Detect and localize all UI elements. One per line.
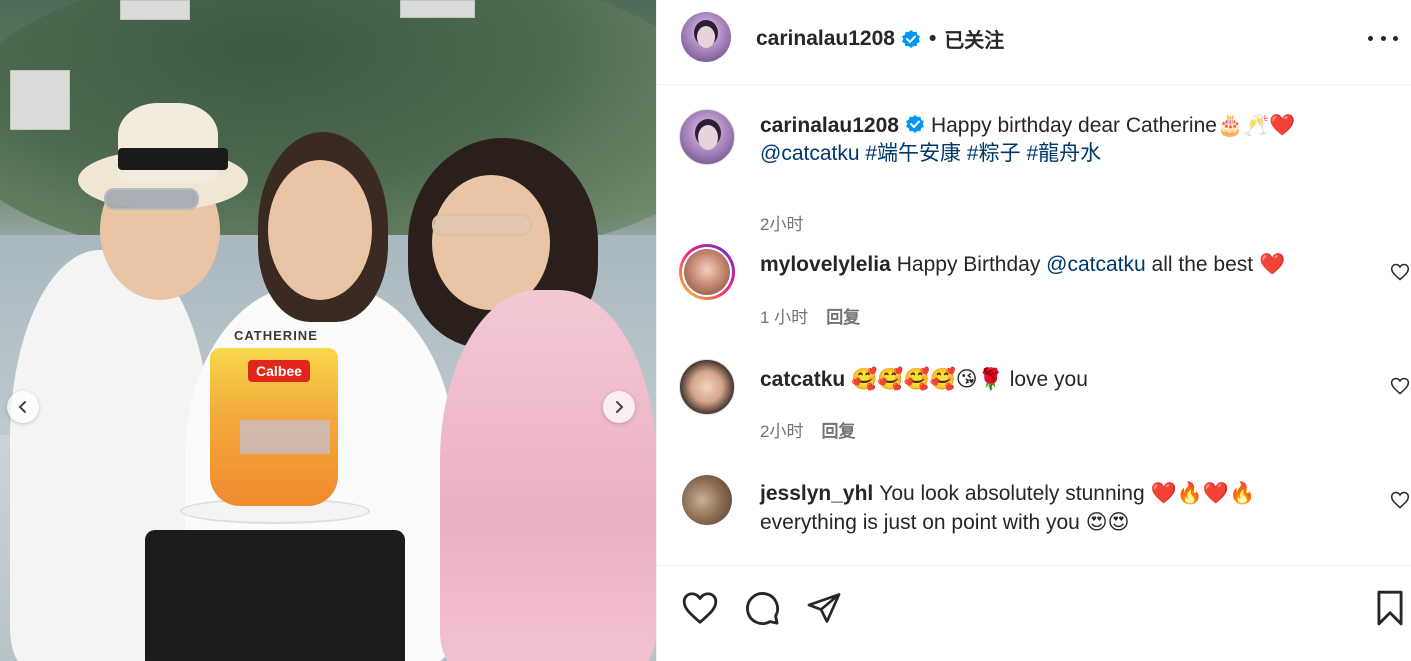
cake-topper: CATHERINE	[234, 328, 318, 343]
comment-item: mylovelylelia Happy Birthday @catcatku al…	[657, 242, 1411, 342]
comment-avatar[interactable]	[682, 475, 732, 525]
verified-badge-icon	[901, 29, 920, 48]
comment-text: jesslyn_yhl You look absolutely stunning …	[760, 479, 1350, 537]
comment-message: You look absolutely stunning	[879, 482, 1145, 505]
send-icon	[807, 593, 841, 623]
reply-button[interactable]: 回复	[821, 417, 855, 442]
comment-emojis: ❤️	[1258, 252, 1286, 276]
comment-message: all the best	[1151, 253, 1254, 276]
comment-message: Happy Birthday	[896, 253, 1041, 276]
caption-username[interactable]: carinalau1208	[760, 114, 899, 137]
author-avatar[interactable]	[681, 12, 731, 62]
like-comment-heart-icon[interactable]	[1390, 490, 1410, 510]
chevron-left-icon	[18, 401, 26, 413]
person-middle-pants	[145, 530, 405, 661]
sunglasses	[104, 188, 199, 210]
comment-timestamp[interactable]: 1 小时	[760, 303, 808, 328]
share-button[interactable]	[804, 588, 844, 628]
caption-mention[interactable]: @catcatku	[760, 142, 860, 165]
photo-building	[10, 70, 70, 130]
header-user: carinalau1208 • 已关注	[756, 24, 1004, 53]
comment-username[interactable]: jesslyn_yhl	[760, 482, 873, 505]
hat-crown	[118, 103, 218, 183]
comments-list[interactable]: carinalau1208 Happy birthday dear Catheri…	[657, 86, 1411, 565]
chevron-right-icon	[616, 401, 624, 413]
comment-meta: 1 小时 回复	[760, 303, 860, 328]
comment-button[interactable]	[742, 588, 782, 628]
comment-username[interactable]: catcatku	[760, 368, 845, 391]
post-side-panel: carinalau1208 • 已关注 carinalau1208 Happy b…	[656, 0, 1411, 661]
like-comment-heart-icon[interactable]	[1390, 262, 1410, 282]
save-button[interactable]	[1370, 588, 1410, 628]
comment-mention[interactable]: @catcatku	[1046, 253, 1146, 276]
comment-item: jesslyn_yhl You look absolutely stunning …	[657, 472, 1411, 562]
comment-meta: 2小时 回复	[760, 417, 855, 442]
caption-text: carinalau1208 Happy birthday dear Catheri…	[760, 111, 1350, 168]
hat-band	[118, 148, 228, 170]
bookmark-icon	[1377, 590, 1403, 626]
comment-message: love you	[1009, 368, 1088, 391]
caption-timestamp[interactable]: 2小时	[760, 210, 803, 235]
caption-avatar[interactable]	[679, 109, 735, 165]
avatar-image	[684, 249, 730, 295]
post-actions-bar	[657, 565, 1411, 661]
comment-text: catcatku 🥰🥰🥰🥰😘🌹 love you	[760, 365, 1350, 394]
birthday-cake: Calbee CATHERINE	[180, 320, 370, 530]
author-username[interactable]: carinalau1208	[756, 27, 895, 51]
more-dot	[1380, 35, 1386, 41]
person-middle-head	[268, 160, 372, 300]
more-options-button[interactable]	[1368, 26, 1398, 50]
person-right-dress	[440, 290, 656, 661]
following-button[interactable]: 已关注	[944, 24, 1004, 53]
post-header: carinalau1208 • 已关注	[657, 0, 1411, 85]
cake-blurred-area	[240, 420, 330, 454]
caption-message: Happy birthday dear Catherine	[930, 114, 1217, 137]
comment-emojis: 😍😍	[1085, 510, 1130, 534]
comment-emojis: ❤️🔥❤️🔥	[1150, 481, 1256, 505]
photo-building	[120, 0, 190, 20]
comment-timestamp[interactable]: 2小时	[760, 417, 803, 442]
comment-emojis: 🥰🥰🥰🥰😘🌹	[851, 367, 1004, 391]
caption-meta: 2小时	[760, 210, 803, 235]
comment-username[interactable]: mylovelylelia	[760, 253, 891, 276]
comment-avatar[interactable]	[679, 244, 735, 300]
comment-text: mylovelylelia Happy Birthday @catcatku al…	[760, 250, 1350, 279]
comment-avatar[interactable]	[679, 359, 735, 415]
reply-button[interactable]: 回复	[826, 303, 860, 328]
hashtag-link[interactable]: #粽子	[967, 142, 1021, 165]
post-photo[interactable]: Calbee CATHERINE	[0, 0, 656, 661]
like-comment-heart-icon[interactable]	[1390, 376, 1410, 396]
more-dot	[1393, 35, 1398, 41]
caption: carinalau1208 Happy birthday dear Catheri…	[657, 106, 1411, 234]
avatar-face	[698, 125, 718, 150]
separator-dot: •	[928, 26, 937, 50]
hashtag-link[interactable]: #龍舟水	[1026, 142, 1101, 165]
carousel-prev-button[interactable]	[7, 391, 39, 423]
like-button[interactable]	[680, 588, 720, 628]
heart-icon	[682, 592, 718, 624]
carousel-next-button[interactable]	[603, 391, 635, 423]
comment-icon	[746, 592, 779, 625]
cake-brand-label: Calbee	[248, 360, 310, 382]
comment-message: everything is just on point with you	[760, 511, 1080, 534]
comment-item: catcatku 🥰🥰🥰🥰😘🌹 love you 2小时 回复	[657, 358, 1411, 458]
hashtag-link[interactable]: #端午安康	[865, 142, 961, 165]
sunglasses	[432, 214, 532, 236]
avatar-face	[697, 26, 715, 48]
more-options-icon	[1368, 35, 1373, 41]
avatar-ring	[682, 247, 732, 297]
verified-badge-icon	[905, 115, 924, 133]
photo-building	[400, 0, 475, 18]
caption-emojis: 🎂🥂❤️	[1216, 113, 1296, 137]
